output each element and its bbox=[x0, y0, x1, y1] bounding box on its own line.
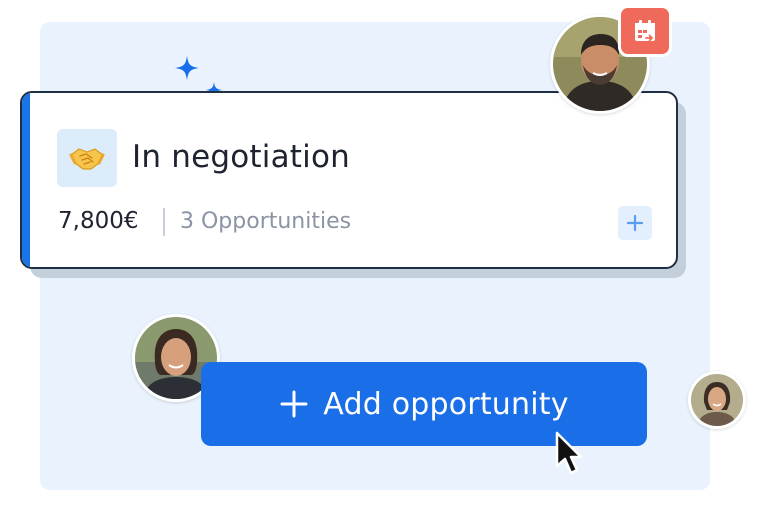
opportunity-count: 3 Opportunities bbox=[180, 209, 352, 234]
handshake-icon bbox=[57, 129, 117, 187]
calendar-arrow-icon bbox=[618, 5, 672, 57]
stage-amount: 7,800€ bbox=[58, 208, 139, 234]
plus-icon bbox=[626, 214, 644, 232]
stage-card[interactable]: In negotiation 7,800€ 3 Opportunities bbox=[20, 91, 678, 269]
add-opportunity-label: Add opportunity bbox=[323, 386, 569, 422]
stage-title: In negotiation bbox=[132, 139, 350, 175]
divider bbox=[163, 208, 165, 236]
cursor-icon bbox=[555, 431, 583, 475]
avatar bbox=[688, 371, 746, 429]
add-to-stage-button[interactable] bbox=[618, 206, 652, 240]
plus-icon bbox=[280, 390, 308, 418]
stage-accent-bar bbox=[22, 93, 30, 267]
